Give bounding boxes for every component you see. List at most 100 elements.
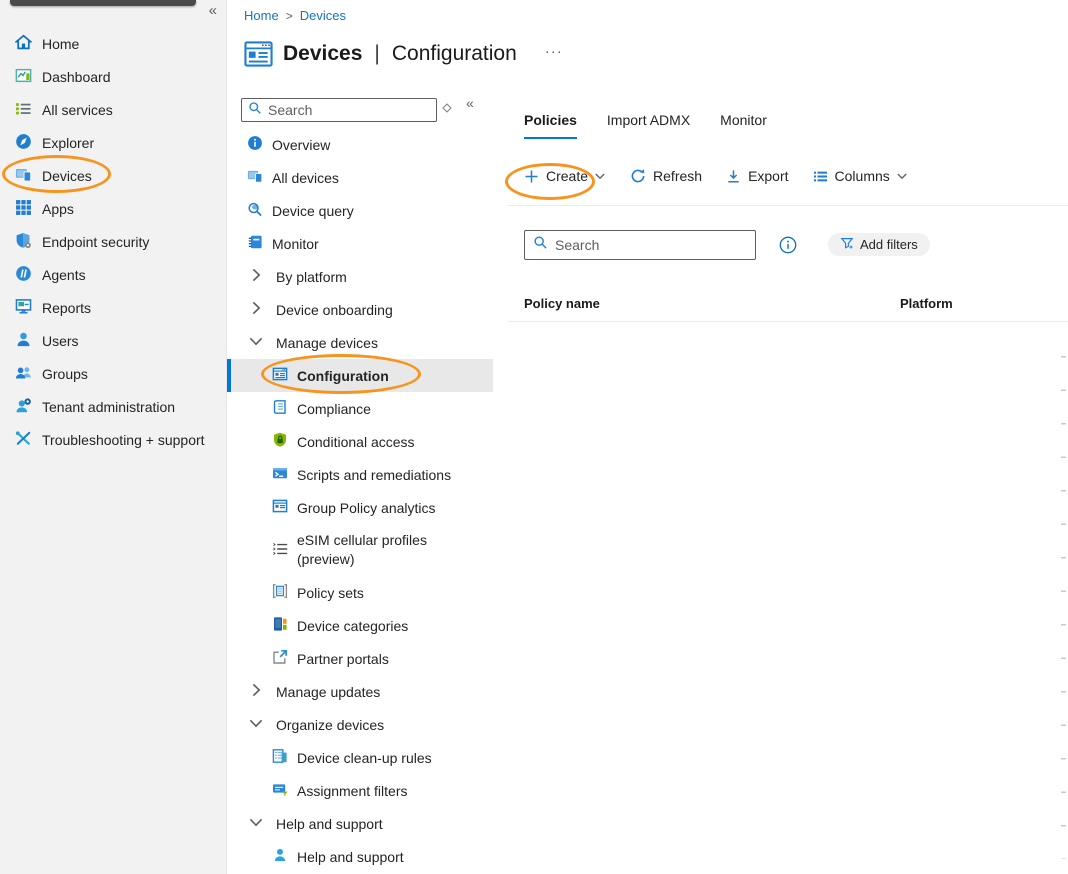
- menu-item-conditional-access[interactable]: Conditional access: [227, 425, 493, 458]
- menu-group-device-onboarding[interactable]: Device onboarding: [227, 293, 493, 326]
- policy-search-input[interactable]: [555, 237, 747, 253]
- chevron-right-icon: [248, 682, 264, 701]
- column-header-platform[interactable]: Platform: [900, 296, 953, 311]
- sidebar-item-label: Tenant administration: [42, 399, 175, 415]
- refresh-button[interactable]: Refresh: [630, 168, 702, 184]
- apps-icon: [15, 199, 32, 219]
- groups-icon: [15, 364, 32, 384]
- menu-item-monitor[interactable]: Monitor: [227, 227, 493, 260]
- menu-item-scripts-remediations[interactable]: Scripts and remediations: [227, 458, 493, 491]
- menu-nav: Overview All devices Device query Monito…: [227, 128, 493, 873]
- menu-search-input[interactable]: [268, 102, 430, 118]
- sidebar-item-devices[interactable]: Devices: [0, 159, 226, 192]
- page-subtitle: Configuration: [392, 42, 517, 66]
- sidebar-collapse-button[interactable]: «: [209, 2, 217, 19]
- sidebar-item-home[interactable]: Home: [0, 27, 226, 60]
- sidebar-item-users[interactable]: Users: [0, 324, 226, 357]
- reports-icon: [15, 298, 32, 318]
- menu-item-device-categories[interactable]: Device categories: [227, 609, 493, 642]
- right-edge-tick-marks: [1061, 356, 1066, 859]
- column-header-policy-name[interactable]: Policy name: [524, 296, 600, 311]
- more-options-button[interactable]: ···: [545, 43, 563, 60]
- device-query-icon: [247, 201, 263, 220]
- sidebar-item-endpoint-security[interactable]: Endpoint security: [0, 225, 226, 258]
- menu-collapse-button[interactable]: «: [466, 95, 474, 111]
- menu-item-policy-sets[interactable]: Policy sets: [227, 576, 493, 609]
- explorer-icon: [15, 133, 32, 153]
- sidebar-item-apps[interactable]: Apps: [0, 192, 226, 225]
- menu-group-by-platform[interactable]: By platform: [227, 260, 493, 293]
- menu-item-configuration[interactable]: Configuration: [227, 359, 493, 392]
- configuration-icon: [272, 366, 288, 385]
- pin-diamond-icon[interactable]: [441, 101, 453, 119]
- page-title-separator: |: [374, 42, 379, 66]
- menu-item-esim-cellular-profiles[interactable]: eSIM cellular profiles (preview): [227, 524, 493, 576]
- plus-icon: [524, 169, 539, 184]
- columns-button[interactable]: Columns: [813, 168, 908, 184]
- menu-item-group-policy-analytics[interactable]: Group Policy analytics: [227, 491, 493, 524]
- export-button[interactable]: Export: [726, 168, 788, 184]
- create-menu-chevron[interactable]: [594, 170, 606, 182]
- menu-item-partner-portals[interactable]: Partner portals: [227, 642, 493, 675]
- policy-search-box: [524, 230, 756, 260]
- menu-group-organize-devices[interactable]: Organize devices: [227, 708, 493, 741]
- tab-import-admx[interactable]: Import ADMX: [607, 112, 690, 139]
- devices-icon: [15, 166, 32, 186]
- sidebar-item-all-services[interactable]: All services: [0, 93, 226, 126]
- menu-group-help-and-support[interactable]: Help and support: [227, 807, 493, 840]
- all-services-icon: [15, 100, 32, 120]
- sidebar-item-label: All services: [42, 102, 113, 118]
- sidebar-item-dashboard[interactable]: Dashboard: [0, 60, 226, 93]
- info-icon[interactable]: [779, 236, 797, 259]
- sidebar-item-label: Explorer: [42, 135, 94, 151]
- create-button[interactable]: Create: [524, 168, 606, 184]
- app-sidebar: « Home Dashboard All services Explorer D…: [0, 0, 227, 874]
- breadcrumb: Home > Devices: [244, 8, 346, 23]
- sidebar-item-label: Dashboard: [42, 69, 111, 85]
- menu-item-help-and-support[interactable]: Help and support: [227, 840, 493, 873]
- columns-list-icon: [813, 169, 828, 184]
- refresh-icon: [630, 168, 646, 184]
- command-bar: Create Refresh Export Columns: [524, 168, 908, 184]
- sidebar-item-tenant-administration[interactable]: Tenant administration: [0, 390, 226, 423]
- page-title: Devices: [283, 42, 362, 66]
- sidebar-item-label: Endpoint security: [42, 234, 149, 250]
- sidebar-item-groups[interactable]: Groups: [0, 357, 226, 390]
- chevron-right-icon: [248, 267, 264, 286]
- sidebar-item-agents[interactable]: Agents: [0, 258, 226, 291]
- partner-portals-icon: [272, 649, 288, 668]
- tab-policies[interactable]: Policies: [524, 112, 577, 139]
- info-icon: [247, 135, 263, 154]
- monitor-journal-icon: [247, 234, 263, 253]
- sidebar-item-troubleshooting-support[interactable]: Troubleshooting + support: [0, 423, 226, 456]
- page-title-row: Devices | Configuration ···: [244, 40, 563, 68]
- menu-group-manage-devices[interactable]: Manage devices: [227, 326, 493, 359]
- esim-list-icon: [272, 541, 288, 560]
- columns-menu-chevron[interactable]: [896, 170, 908, 182]
- menu-item-compliance[interactable]: Compliance: [227, 392, 493, 425]
- sidebar-item-reports[interactable]: Reports: [0, 291, 226, 324]
- tab-monitor[interactable]: Monitor: [720, 112, 767, 139]
- menu-item-assignment-filters[interactable]: Assignment filters: [227, 774, 493, 807]
- menu-search-box: [241, 98, 437, 122]
- sidebar-item-explorer[interactable]: Explorer: [0, 126, 226, 159]
- intune-admin-page: « Home Dashboard All services Explorer D…: [0, 0, 1068, 874]
- home-icon: [15, 34, 32, 54]
- chevron-right-icon: [248, 300, 264, 319]
- sidebar-item-label: Agents: [42, 267, 86, 283]
- menu-item-device-cleanup-rules[interactable]: Device clean-up rules: [227, 741, 493, 774]
- menu-item-device-query[interactable]: Device query: [227, 194, 493, 227]
- policy-sets-icon: [272, 583, 288, 602]
- breadcrumb-link-devices[interactable]: Devices: [300, 8, 346, 23]
- endpoint-security-icon: [15, 232, 32, 252]
- add-filters-button[interactable]: Add filters: [828, 233, 930, 256]
- sidebar-item-label: Groups: [42, 366, 88, 382]
- breadcrumb-link-home[interactable]: Home: [244, 8, 279, 23]
- assignment-filters-icon: [272, 781, 288, 800]
- chevron-down-icon: [248, 715, 264, 734]
- menu-group-manage-updates[interactable]: Manage updates: [227, 675, 493, 708]
- top-banner-edge: [10, 0, 196, 6]
- group-policy-analytics-icon: [272, 498, 288, 517]
- menu-item-overview[interactable]: Overview: [227, 128, 493, 161]
- menu-item-all-devices[interactable]: All devices: [227, 161, 493, 194]
